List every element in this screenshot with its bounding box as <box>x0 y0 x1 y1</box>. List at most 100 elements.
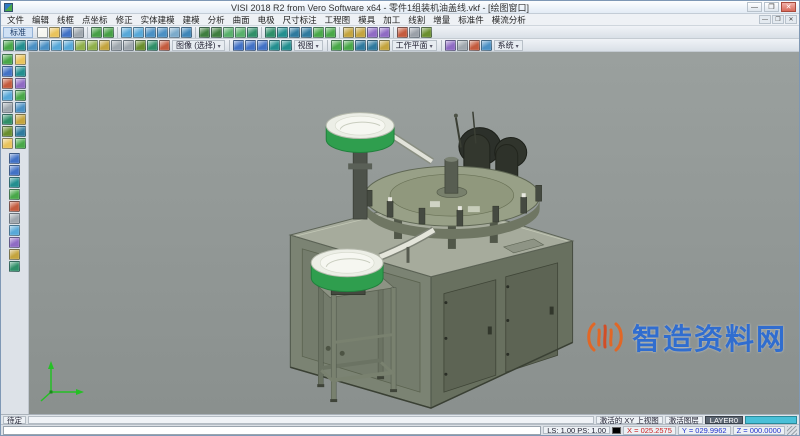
revolve-icon[interactable] <box>277 27 288 38</box>
zoom-all-icon[interactable] <box>51 40 62 51</box>
maximize-button[interactable]: ❐ <box>764 2 779 12</box>
help-icon[interactable] <box>481 40 492 51</box>
view-front-icon[interactable] <box>9 153 20 164</box>
toolbar-group-label[interactable]: 视图 <box>294 40 323 51</box>
view-pan-icon[interactable] <box>9 213 20 224</box>
curve-icon[interactable] <box>247 27 258 38</box>
hide-entity-icon[interactable] <box>111 40 122 51</box>
pan-view-icon[interactable] <box>87 40 98 51</box>
layer-manager-icon[interactable] <box>367 27 378 38</box>
view-rotate-icon[interactable] <box>9 201 20 212</box>
mid-snap-icon[interactable] <box>15 66 26 77</box>
left-view-icon[interactable] <box>269 40 280 51</box>
highlight-icon[interactable] <box>159 40 170 51</box>
options-icon[interactable] <box>457 40 468 51</box>
menu-item[interactable]: 电极 <box>254 14 279 26</box>
menu-item[interactable]: 编辑 <box>28 14 53 26</box>
menu-item[interactable]: 模流分析 <box>488 14 530 26</box>
window-select-icon[interactable] <box>133 27 144 38</box>
tab-standard[interactable]: 标准 <box>3 27 33 38</box>
regenerate-icon[interactable] <box>15 40 26 51</box>
status-workplane[interactable]: 激活的 XY 上视图 <box>596 416 663 424</box>
color-swatch-black[interactable] <box>612 427 621 434</box>
mdi-minimize-button[interactable]: — <box>759 15 771 24</box>
3d-viewport[interactable]: 智造资料网 <box>29 52 799 414</box>
workplane-xy-icon[interactable] <box>331 40 342 51</box>
menu-item[interactable]: 点坐标 <box>78 14 112 26</box>
new-file-icon[interactable] <box>37 27 48 38</box>
zoom-out-icon[interactable] <box>157 27 168 38</box>
smart-snap-icon[interactable] <box>15 138 26 149</box>
view-previous-icon[interactable] <box>9 249 20 260</box>
near-snap-icon[interactable] <box>15 126 26 137</box>
menu-item[interactable]: 分析 <box>204 14 229 26</box>
next-view-icon[interactable] <box>39 40 50 51</box>
extrude-icon[interactable] <box>265 27 276 38</box>
zoom-in-icon[interactable] <box>145 27 156 38</box>
command-input[interactable] <box>3 426 541 435</box>
workplane-xz-icon[interactable] <box>343 40 354 51</box>
menu-item[interactable]: 线框 <box>53 14 78 26</box>
save-file-icon[interactable] <box>61 27 72 38</box>
toolbar-group-label[interactable]: 图像 (选择) <box>172 40 225 51</box>
shading-mode-icon[interactable] <box>135 40 146 51</box>
chamfer-icon[interactable] <box>325 27 336 38</box>
undo-icon[interactable] <box>91 27 102 38</box>
boolean-icon[interactable] <box>289 27 300 38</box>
resize-grip[interactable] <box>787 426 797 435</box>
shell-icon[interactable] <box>313 27 324 38</box>
status-layer-chip[interactable]: LAYER0 <box>705 416 743 424</box>
menu-item[interactable]: 实体建模 <box>137 14 179 26</box>
view-fit-icon[interactable] <box>9 237 20 248</box>
mdi-close-button[interactable]: ✕ <box>785 15 797 24</box>
menu-item[interactable]: 建模 <box>179 14 204 26</box>
view-shaded-icon[interactable] <box>9 261 20 272</box>
view-isometric-icon[interactable] <box>9 189 20 200</box>
menu-item[interactable]: 增量 <box>429 14 454 26</box>
workplane-yz-icon[interactable] <box>355 40 366 51</box>
angle-snap-icon[interactable] <box>2 138 13 149</box>
end-snap-icon[interactable] <box>15 90 26 101</box>
workplane-align-icon[interactable] <box>379 40 390 51</box>
open-file-icon[interactable] <box>49 27 60 38</box>
menu-item[interactable]: 标准件 <box>454 14 488 26</box>
minimize-button[interactable]: — <box>747 2 762 12</box>
previous-view-icon[interactable] <box>27 40 38 51</box>
right-view-icon[interactable] <box>281 40 292 51</box>
menu-item[interactable]: 加工 <box>379 14 404 26</box>
calculator-icon[interactable] <box>469 40 480 51</box>
intersection-snap-icon[interactable] <box>2 90 13 101</box>
toolbar-group-label[interactable]: 工作平面 <box>392 40 437 51</box>
top-view-icon[interactable] <box>245 40 256 51</box>
menu-item[interactable]: 线割 <box>404 14 429 26</box>
node-snap-icon[interactable] <box>2 126 13 137</box>
center-snap-icon[interactable] <box>2 78 13 89</box>
mdi-restore-button[interactable]: ❐ <box>772 15 784 24</box>
redo-icon[interactable] <box>103 27 114 38</box>
toolbar-group-label[interactable]: 系统 <box>494 40 523 51</box>
print-icon[interactable] <box>73 27 84 38</box>
menu-item[interactable]: 曲面 <box>229 14 254 26</box>
workplane-custom-icon[interactable] <box>367 40 378 51</box>
view-side-icon[interactable] <box>9 177 20 188</box>
render-icon[interactable] <box>397 27 408 38</box>
close-button[interactable]: ✕ <box>781 2 796 12</box>
circle-icon[interactable] <box>211 27 222 38</box>
select-icon[interactable] <box>121 27 132 38</box>
attributes-icon[interactable] <box>379 27 390 38</box>
front-view-icon[interactable] <box>233 40 244 51</box>
view-top-icon[interactable] <box>9 165 20 176</box>
select-filter-icon[interactable] <box>2 54 13 65</box>
menu-item[interactable]: 工程图 <box>321 14 355 26</box>
wireframe-view-icon[interactable] <box>409 27 420 38</box>
line-snap-icon[interactable] <box>2 66 13 77</box>
pan-icon[interactable] <box>169 27 180 38</box>
show-entity-icon[interactable] <box>123 40 134 51</box>
shaded-view-icon[interactable] <box>421 27 432 38</box>
view-zoom-icon[interactable] <box>9 225 20 236</box>
perpendicular-snap-icon[interactable] <box>15 114 26 125</box>
point-icon[interactable] <box>235 27 246 38</box>
zoom-fit-icon[interactable] <box>181 27 192 38</box>
quadrant-snap-icon[interactable] <box>15 78 26 89</box>
point-snap-icon[interactable] <box>15 54 26 65</box>
